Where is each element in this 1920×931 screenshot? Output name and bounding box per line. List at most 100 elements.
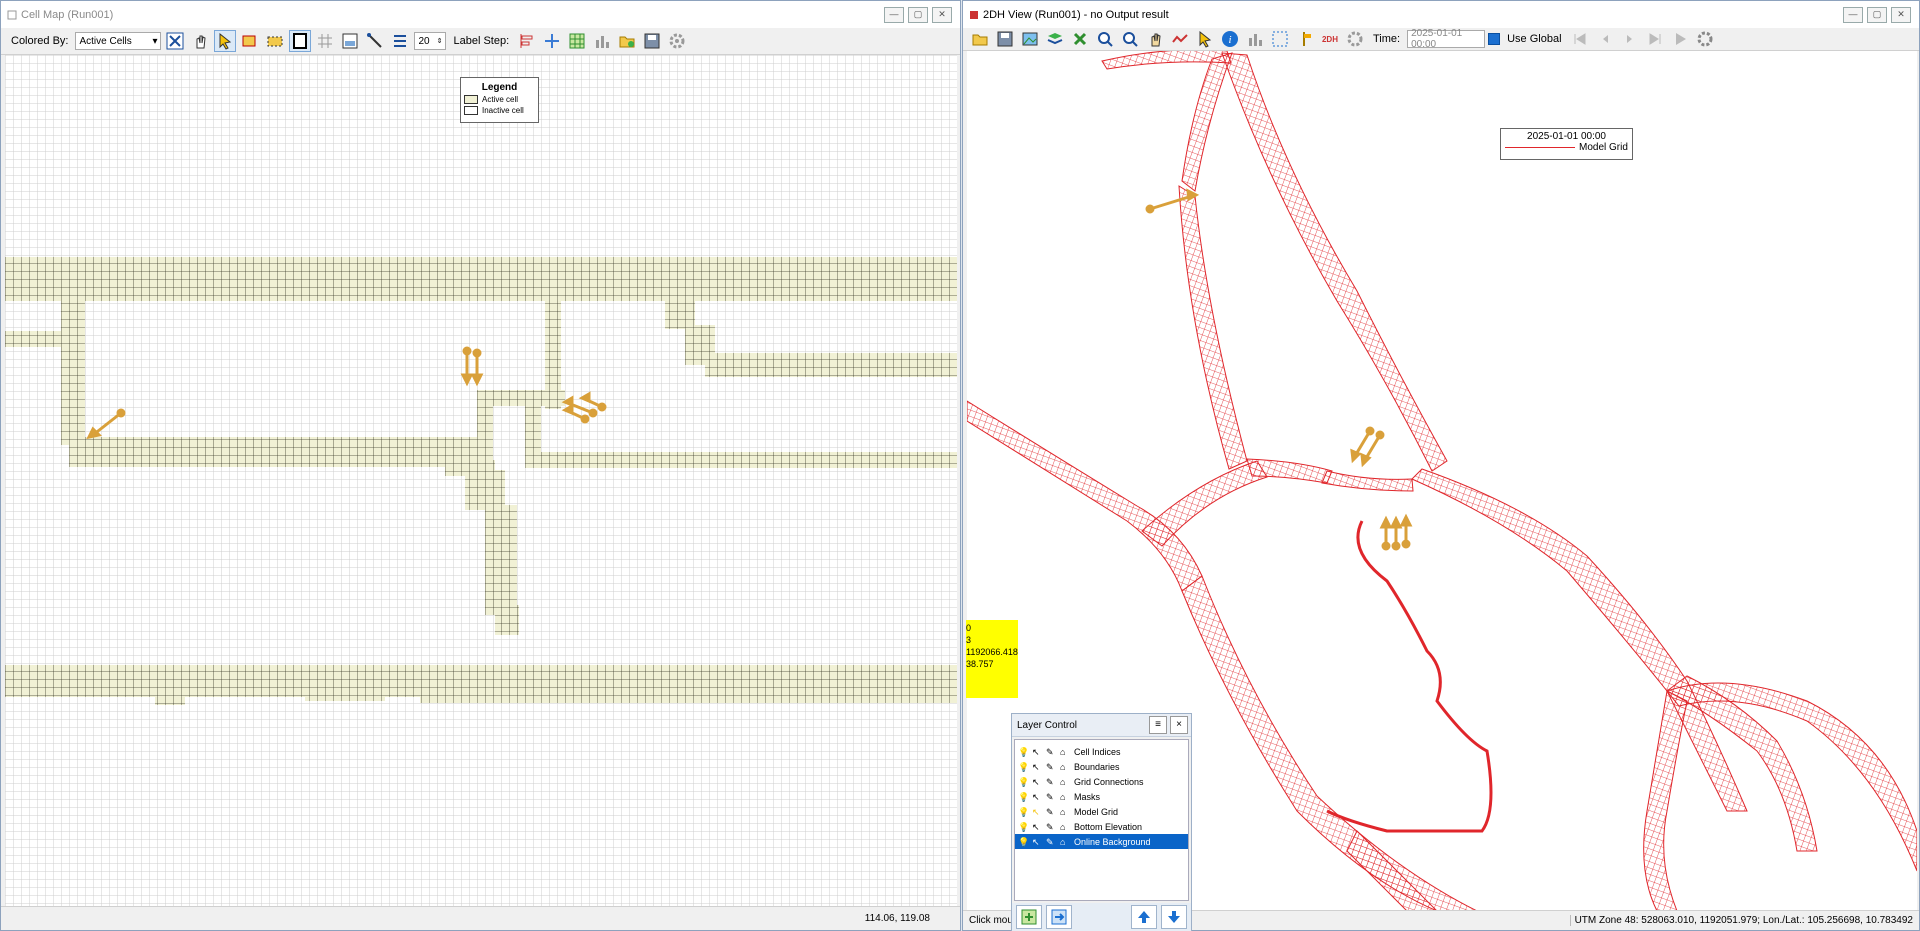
use-global-checkbox[interactable] — [1488, 33, 1501, 45]
layers-icon[interactable] — [1044, 28, 1066, 50]
last-frame-icon[interactable] — [1644, 28, 1666, 50]
first-frame-icon[interactable] — [1569, 28, 1591, 50]
layer-row[interactable]: 💡 ↖ ✎ ⌂ Model Grid — [1015, 804, 1188, 819]
bulb-icon[interactable]: 💡 — [1018, 837, 1029, 847]
maximize-button[interactable]: ▢ — [908, 6, 928, 23]
add-layer-icon[interactable] — [1016, 905, 1042, 929]
grid-dots-icon[interactable] — [1269, 28, 1291, 50]
pan-hand-icon[interactable] — [189, 30, 211, 52]
distribute-icon[interactable] — [541, 30, 563, 52]
pointer-icon[interactable]: ↖ — [1032, 777, 1042, 787]
chevron-down-icon: ▾ — [152, 35, 158, 47]
settings-gear-icon[interactable] — [1694, 28, 1716, 50]
menu-icon[interactable]: ≡ — [1149, 716, 1167, 734]
green-grid-icon[interactable] — [566, 30, 588, 52]
tag-icon[interactable]: ⌂ — [1060, 807, 1070, 817]
pencil-icon[interactable]: ✎ — [1046, 837, 1056, 847]
cell-frame-icon[interactable] — [289, 30, 312, 52]
tag-icon[interactable]: ⌂ — [1060, 837, 1070, 847]
bulb-icon[interactable]: 💡 — [1018, 747, 1029, 757]
colored-by-select[interactable]: Active Cells ▾ — [75, 32, 162, 50]
zoom-out-icon[interactable] — [1119, 28, 1141, 50]
polyline-icon[interactable] — [1169, 28, 1191, 50]
import-layer-icon[interactable] — [1046, 905, 1072, 929]
save-icon[interactable] — [641, 30, 663, 52]
pointer-icon[interactable]: ↖ — [1032, 762, 1042, 772]
close-button[interactable]: ✕ — [932, 6, 952, 23]
bulb-icon[interactable]: 💡 — [1018, 822, 1029, 832]
tag-icon[interactable]: ⌂ — [1060, 777, 1070, 787]
open-folder-icon[interactable] — [616, 30, 638, 52]
zoom-extent-icon[interactable] — [1069, 28, 1091, 50]
image-export-icon[interactable] — [1019, 28, 1041, 50]
tag-icon[interactable]: ⌂ — [1060, 747, 1070, 757]
cell-map-canvas[interactable]: Legend Active cell Inactive cell — [5, 55, 957, 909]
bulb-icon[interactable]: 💡 — [1018, 777, 1029, 787]
tag-icon[interactable]: ⌂ — [1060, 792, 1070, 802]
tag-icon[interactable]: ⌂ — [1060, 762, 1070, 772]
line-tool-icon[interactable] — [364, 30, 386, 52]
save-icon[interactable] — [994, 28, 1016, 50]
pencil-icon[interactable]: ✎ — [1046, 822, 1056, 832]
2dh-icon[interactable]: 2DH — [1319, 28, 1341, 50]
split-view-icon[interactable] — [339, 30, 361, 52]
select-pointer-icon[interactable] — [1194, 28, 1216, 50]
minimize-button[interactable]: — — [884, 6, 904, 23]
layer-label: Model Grid — [1074, 806, 1119, 817]
colored-by-label: Colored By: — [11, 35, 69, 47]
close-icon[interactable]: × — [1170, 716, 1188, 734]
chart-tool-icon[interactable] — [591, 30, 613, 52]
bulb-on-icon[interactable]: 💡 — [1018, 807, 1029, 817]
select-region-icon[interactable] — [264, 30, 286, 52]
cell-map-legend: Legend Active cell Inactive cell — [460, 77, 539, 123]
pointer-icon[interactable]: ↖ — [1032, 822, 1042, 832]
move-up-icon[interactable] — [1131, 905, 1157, 929]
layer-row[interactable]: 💡 ↖ ✎ ⌂ Boundaries — [1015, 759, 1188, 774]
pointer-icon[interactable]: ↖ — [1032, 792, 1042, 802]
pencil-icon[interactable]: ✎ — [1046, 792, 1056, 802]
pointer-icon[interactable]: ↖ — [1032, 837, 1042, 847]
align-left-icon[interactable] — [516, 30, 538, 52]
bulb-icon[interactable]: 💡 — [1018, 762, 1029, 772]
time-field[interactable]: 2025-01-01 00:00 — [1407, 28, 1486, 50]
next-frame-icon[interactable] — [1619, 28, 1641, 50]
label-size-value: 20 — [418, 35, 430, 47]
grid-lines-icon[interactable] — [314, 30, 336, 52]
legend-model-grid: Model Grid — [1505, 142, 1632, 153]
layer-row-selected[interactable]: 💡 ↖ ✎ ⌂ Online Background — [1015, 834, 1188, 849]
legend-title: Legend — [481, 82, 518, 93]
info-icon[interactable]: i — [1219, 28, 1241, 50]
gear-icon[interactable] — [666, 30, 688, 52]
close-button[interactable]: ✕ — [1891, 6, 1911, 23]
layer-row[interactable]: 💡 ↖ ✎ ⌂ Bottom Elevation — [1015, 819, 1188, 834]
label-size-stepper[interactable]: 20 ⇕ — [414, 32, 447, 50]
list-icon[interactable] — [389, 30, 411, 52]
open-folder-icon[interactable] — [969, 28, 991, 50]
layer-label: Grid Connections — [1074, 776, 1144, 787]
signpost-icon[interactable] — [1294, 28, 1316, 50]
cell-map-statusbar: 114.06, 119.08 — [1, 906, 960, 930]
pointer-icon[interactable]: ↖ — [1032, 747, 1042, 757]
zoom-in-icon[interactable] — [1094, 28, 1116, 50]
minimize-button[interactable]: — — [1843, 6, 1863, 23]
layer-row[interactable]: 💡 ↖ ✎ ⌂ Cell Indices — [1015, 744, 1188, 759]
play-icon[interactable] — [1669, 28, 1691, 50]
layer-row[interactable]: 💡 ↖ ✎ ⌂ Grid Connections — [1015, 774, 1188, 789]
pan-hand-icon[interactable] — [1144, 28, 1166, 50]
select-pointer-icon[interactable] — [214, 30, 237, 52]
select-cells-icon[interactable] — [239, 30, 261, 52]
pencil-icon[interactable]: ✎ — [1046, 777, 1056, 787]
tag-icon[interactable]: ⌂ — [1060, 822, 1070, 832]
move-down-icon[interactable] — [1161, 905, 1187, 929]
zoom-extent-icon[interactable] — [164, 30, 186, 52]
pencil-icon[interactable]: ✎ — [1046, 807, 1056, 817]
maximize-button[interactable]: ▢ — [1867, 6, 1887, 23]
prev-frame-icon[interactable] — [1594, 28, 1616, 50]
chart-tool-icon[interactable] — [1244, 28, 1266, 50]
layer-row[interactable]: 💡 ↖ ✎ ⌂ Masks — [1015, 789, 1188, 804]
pencil-icon[interactable]: ✎ — [1046, 762, 1056, 772]
gear-icon[interactable] — [1344, 28, 1366, 50]
bulb-icon[interactable]: 💡 — [1018, 792, 1029, 802]
pointer-icon[interactable]: ↖ — [1032, 807, 1042, 817]
pencil-icon[interactable]: ✎ — [1046, 747, 1056, 757]
